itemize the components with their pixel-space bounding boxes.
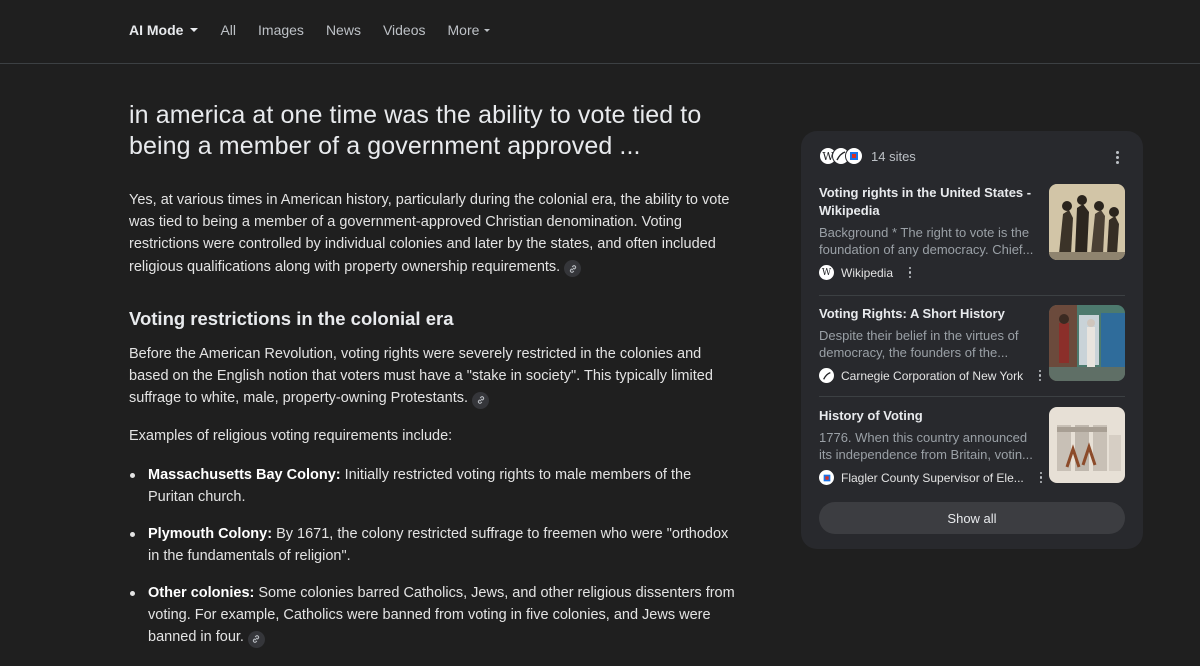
source-card-site-name: Flagler County Supervisor of Ele... <box>841 470 1024 485</box>
tab-news[interactable]: News <box>326 20 361 40</box>
tab-more-label: More <box>447 22 480 38</box>
source-card[interactable]: Voting rights in the United States - Wik… <box>819 184 1125 280</box>
tab-videos[interactable]: Videos <box>383 20 426 40</box>
source-thumbnail <box>1049 305 1125 381</box>
list-item: Massachusetts Bay Colony: Initially rest… <box>129 464 739 508</box>
examples-intro: Examples of religious voting requirement… <box>129 428 453 445</box>
source-card[interactable]: History of Voting 1776. When this countr… <box>819 407 1125 485</box>
citation-link-icon[interactable] <box>472 391 490 409</box>
chevron-down-icon <box>484 28 491 32</box>
tab-images-label: Images <box>258 22 304 38</box>
tab-ai-mode[interactable]: AI Mode <box>129 20 199 40</box>
more-options-icon[interactable] <box>1033 369 1047 383</box>
show-all-button[interactable]: Show all <box>819 502 1125 534</box>
source-card-title[interactable]: Voting rights in the United States - Wik… <box>819 184 1041 220</box>
sources-header[interactable]: W 14 sites <box>819 147 916 165</box>
section-heading: Voting restrictions in the colonial era <box>129 307 454 329</box>
carnegie-icon <box>819 368 834 383</box>
nav-tabs: AI Mode All Images News Videos More <box>129 20 512 40</box>
citation-link-icon[interactable] <box>247 630 265 648</box>
ai-answer: in america at one time was the ability t… <box>129 96 739 663</box>
wikipedia-icon: W <box>819 265 834 280</box>
tab-ai-mode-label: AI Mode <box>129 22 184 38</box>
intro-paragraph: Yes, at various times in American histor… <box>129 189 739 278</box>
source-thumbnail <box>1049 184 1125 260</box>
source-card-snippet: 1776. When this country announced its in… <box>819 430 1033 462</box>
top-nav: AI Mode All Images News Videos More <box>0 0 1200 64</box>
source-favicons: W <box>819 147 863 165</box>
source-card[interactable]: Voting Rights: A Short History Despite t… <box>819 305 1125 383</box>
examples-list: Massachusetts Bay Colony: Initially rest… <box>129 464 739 649</box>
section-text: Before the American Revolution, voting r… <box>129 345 713 407</box>
sites-count: 14 sites <box>871 148 916 164</box>
tab-all-label: All <box>220 22 237 38</box>
section-paragraph: Before the American Revolution, voting r… <box>129 343 739 410</box>
chevron-down-icon <box>190 28 199 32</box>
citation-link-icon[interactable] <box>564 260 582 278</box>
list-item-bold: Massachusetts Bay Colony: <box>148 466 341 483</box>
list-item: Other colonies: Some colonies barred Cat… <box>129 582 739 649</box>
source-card-site-name: Carnegie Corporation of New York <box>841 368 1024 383</box>
flagler-icon <box>845 147 863 165</box>
list-item-bold: Plymouth Colony: <box>148 525 273 542</box>
tab-news-label: News <box>325 22 361 38</box>
sources-panel: W 14 sites Voting rights in the United S… <box>801 131 1143 549</box>
tab-more[interactable]: More <box>448 20 491 40</box>
more-options-icon[interactable] <box>903 266 917 280</box>
query-heading: in america at one time was the ability t… <box>129 101 702 160</box>
tab-images[interactable]: Images <box>258 20 304 40</box>
source-card-title[interactable]: History of Voting <box>819 407 1041 425</box>
tab-all[interactable]: All <box>220 20 236 40</box>
intro-text: Yes, at various times in American histor… <box>129 192 730 275</box>
list-item-bold: Other colonies: <box>148 584 255 601</box>
list-item: Plymouth Colony: By 1671, the colony res… <box>129 523 739 567</box>
source-card-site-name: Wikipedia <box>841 265 894 280</box>
source-card-snippet: Despite their belief in the virtues of d… <box>819 328 1019 360</box>
tab-videos-label: Videos <box>382 22 426 38</box>
divider <box>819 295 1125 296</box>
source-card-title[interactable]: Voting Rights: A Short History <box>819 305 1041 323</box>
flagler-icon <box>819 470 834 485</box>
source-thumbnail <box>1049 407 1125 483</box>
more-options-icon[interactable] <box>1034 471 1048 485</box>
divider <box>819 396 1125 397</box>
source-card-site: W Wikipedia <box>819 265 1125 280</box>
more-options-icon[interactable] <box>1110 148 1124 166</box>
source-card-snippet: Background * The right to vote is the fo… <box>819 225 1034 257</box>
